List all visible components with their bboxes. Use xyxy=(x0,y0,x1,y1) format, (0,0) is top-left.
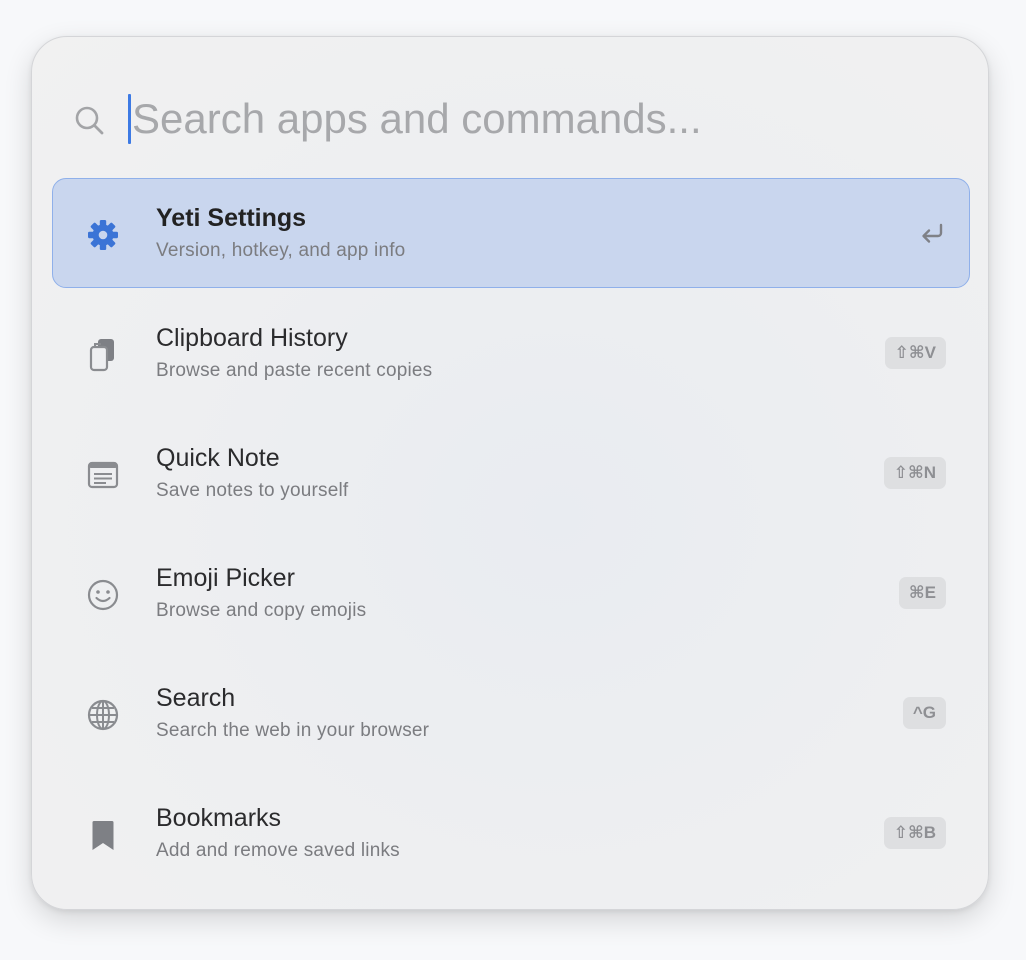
shortcut-badge: ⇧⌘B xyxy=(883,817,946,849)
list-item-yeti-settings[interactable]: Yeti Settings Version, hotkey, and app i… xyxy=(52,178,970,288)
item-subtitle: Search the web in your browser xyxy=(156,720,430,741)
launcher-window: Yeti Settings Version, hotkey, and app i… xyxy=(31,36,989,910)
list-item-bookmarks[interactable]: Bookmarks Add and remove saved links ⇧⌘B xyxy=(52,778,970,888)
shortcut-badge: ⇧⌘N xyxy=(883,457,946,489)
clipboard-icon xyxy=(85,337,121,373)
list-item-clipboard-history[interactable]: Clipboard History Browse and paste recen… xyxy=(52,298,970,408)
text-cursor xyxy=(128,94,131,144)
shortcut-badge: ⇧⌘V xyxy=(884,337,946,369)
shortcut-badge: ⌘E xyxy=(898,577,946,609)
search-icon xyxy=(75,106,104,135)
item-subtitle: Add and remove saved links xyxy=(156,840,400,861)
item-subtitle: Version, hotkey, and app info xyxy=(156,240,406,261)
note-icon xyxy=(85,457,121,493)
item-subtitle: Browse and paste recent copies xyxy=(156,360,433,381)
item-title: Search xyxy=(156,684,236,712)
item-title: Yeti Settings xyxy=(156,204,307,232)
list-item-emoji-picker[interactable]: Emoji Picker Browse and copy emojis ⌘E xyxy=(52,538,970,648)
globe-icon xyxy=(85,697,121,733)
search-input[interactable] xyxy=(132,91,952,147)
command-list: Yeti Settings Version, hotkey, and app i… xyxy=(52,178,970,898)
return-icon xyxy=(922,223,943,243)
bookmark-icon xyxy=(85,817,121,853)
item-subtitle: Browse and copy emojis xyxy=(156,600,367,621)
shortcut-badge: ^G xyxy=(902,697,946,729)
gear-icon xyxy=(85,217,121,253)
item-title: Clipboard History xyxy=(156,324,348,352)
item-title: Bookmarks xyxy=(156,804,282,832)
search-bar xyxy=(32,91,988,147)
list-item-search[interactable]: Search Search the web in your browser ^G xyxy=(52,658,970,768)
item-title: Quick Note xyxy=(156,444,280,472)
smiley-icon xyxy=(85,577,121,613)
item-subtitle: Save notes to yourself xyxy=(156,480,349,501)
list-item-quick-note[interactable]: Quick Note Save notes to yourself ⇧⌘N xyxy=(52,418,970,528)
item-title: Emoji Picker xyxy=(156,564,295,592)
